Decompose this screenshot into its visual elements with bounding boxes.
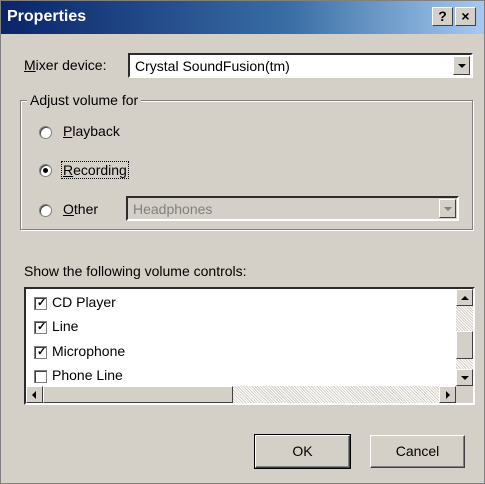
- radio-selected-dot: [43, 168, 48, 173]
- radio-other-label[interactable]: Other: [63, 201, 98, 217]
- chevron-down-icon: [458, 64, 466, 68]
- arrow-right-icon: [446, 391, 450, 399]
- other-device-select[interactable]: Headphones: [126, 196, 459, 221]
- cancel-button[interactable]: Cancel: [370, 435, 465, 468]
- radio-recording-accel: R: [63, 162, 74, 178]
- radio-playback-label[interactable]: Playback: [63, 123, 120, 139]
- window-title: Properties: [7, 8, 87, 25]
- check-icon: ✓: [37, 321, 47, 333]
- radio-playback-text: layback: [72, 123, 120, 139]
- controls-heading: Show the following volume controls:: [24, 263, 247, 279]
- radio-recording[interactable]: [39, 164, 52, 177]
- list-item-label: Microphone: [52, 343, 126, 359]
- chevron-down-icon: [444, 207, 452, 211]
- check-icon: ✓: [37, 346, 47, 358]
- volume-controls-list[interactable]: ✓ CD Player ✓ Line ✓ Microphone Phone Li…: [24, 287, 475, 405]
- scrollbar-corner: [456, 386, 473, 403]
- radio-other-accel: O: [63, 201, 74, 217]
- radio-other[interactable]: [39, 204, 52, 217]
- list-item-label: Phone Line: [52, 367, 123, 383]
- check-icon: ✓: [37, 297, 47, 309]
- ok-button[interactable]: OK: [254, 434, 351, 469]
- mixer-device-dropdown-button[interactable]: [453, 56, 470, 75]
- list-item-label: CD Player: [52, 294, 116, 310]
- help-button[interactable]: ?: [432, 7, 453, 26]
- close-button[interactable]: ×: [455, 7, 476, 26]
- mixer-device-label-accel: M: [24, 57, 36, 73]
- other-device-dropdown-button[interactable]: [439, 199, 456, 218]
- vertical-scroll-thumb[interactable]: [456, 331, 473, 359]
- arrow-left-icon: [32, 391, 36, 399]
- horizontal-scroll-thumb[interactable]: [43, 386, 233, 403]
- scroll-right-button[interactable]: [439, 386, 456, 403]
- arrow-down-icon: [461, 376, 469, 380]
- checkbox[interactable]: ✓: [34, 346, 47, 359]
- mixer-device-value: Crystal SoundFusion(tm): [135, 58, 290, 74]
- adjust-volume-legend: Adjust volume for: [27, 92, 142, 108]
- other-device-value: Headphones: [133, 201, 213, 217]
- properties-dialog: Properties ? × Mixer device: Crystal Sou…: [0, 0, 485, 484]
- mixer-device-select[interactable]: Crystal SoundFusion(tm): [128, 53, 473, 78]
- radio-playback-accel: P: [63, 123, 73, 139]
- arrow-up-icon: [461, 296, 469, 300]
- checkbox[interactable]: ✓: [34, 297, 47, 310]
- scroll-down-button[interactable]: [456, 369, 473, 386]
- scroll-up-button[interactable]: [456, 289, 473, 306]
- radio-playback[interactable]: [39, 126, 52, 139]
- radio-other-text: ther: [73, 201, 99, 217]
- radio-recording-text: ecording: [73, 162, 127, 178]
- title-bar[interactable]: Properties ? ×: [1, 1, 484, 34]
- checkbox[interactable]: [34, 370, 47, 383]
- mixer-device-label-text: ixer device:: [35, 57, 107, 73]
- checkbox[interactable]: ✓: [34, 321, 47, 334]
- scroll-left-button[interactable]: [26, 386, 43, 403]
- mixer-device-label: Mixer device:: [24, 57, 106, 73]
- list-item-label: Line: [52, 318, 79, 334]
- radio-recording-label[interactable]: Recording: [61, 161, 129, 179]
